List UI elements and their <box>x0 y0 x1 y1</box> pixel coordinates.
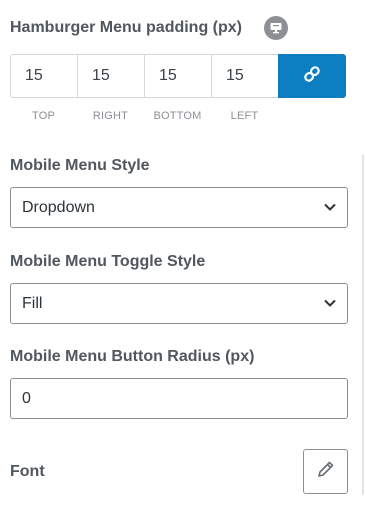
left-label: LEFT <box>230 110 259 122</box>
mobile-menu-toggle-style-select[interactable]: Fill <box>10 283 348 324</box>
mobile-menu-toggle-style-value: Fill <box>22 295 43 312</box>
padding-left-input[interactable]: 15 <box>211 54 278 98</box>
hamburger-padding-label: Hamburger Menu padding (px) <box>10 19 242 36</box>
mobile-menu-style-value: Dropdown <box>22 199 95 216</box>
mobile-menu-button-radius-input[interactable]: 0 <box>10 378 348 419</box>
scrollbar[interactable] <box>362 155 364 495</box>
chevron-down-icon <box>324 299 336 307</box>
mobile-menu-button-radius-label: Mobile Menu Button Radius (px) <box>10 348 255 365</box>
top-label: TOP <box>31 110 55 122</box>
link-values-button[interactable] <box>278 54 346 98</box>
chevron-down-icon <box>324 203 336 211</box>
padding-top-input[interactable]: 15 <box>10 54 77 98</box>
padding-right-input[interactable]: 15 <box>77 54 144 98</box>
padding-side-labels: TOP RIGHT BOTTOM LEFT <box>10 110 348 122</box>
padding-inputs: 15 15 15 15 <box>10 54 348 98</box>
font-edit-button[interactable] <box>303 449 348 494</box>
padding-bottom-input[interactable]: 15 <box>144 54 211 98</box>
settings-panel: Hamburger Menu padding (px) 15 15 15 15 <box>0 0 365 510</box>
desktop-monitor-icon[interactable] <box>264 16 288 40</box>
right-label: RIGHT <box>92 110 129 122</box>
bottom-label: BOTTOM <box>153 110 202 122</box>
font-label: Font <box>10 463 45 480</box>
pencil-icon <box>315 458 337 485</box>
link-icon <box>302 64 322 89</box>
mobile-menu-style-select[interactable]: Dropdown <box>10 187 348 228</box>
mobile-menu-style-label: Mobile Menu Style <box>10 157 150 174</box>
mobile-menu-toggle-style-label: Mobile Menu Toggle Style <box>10 253 206 270</box>
